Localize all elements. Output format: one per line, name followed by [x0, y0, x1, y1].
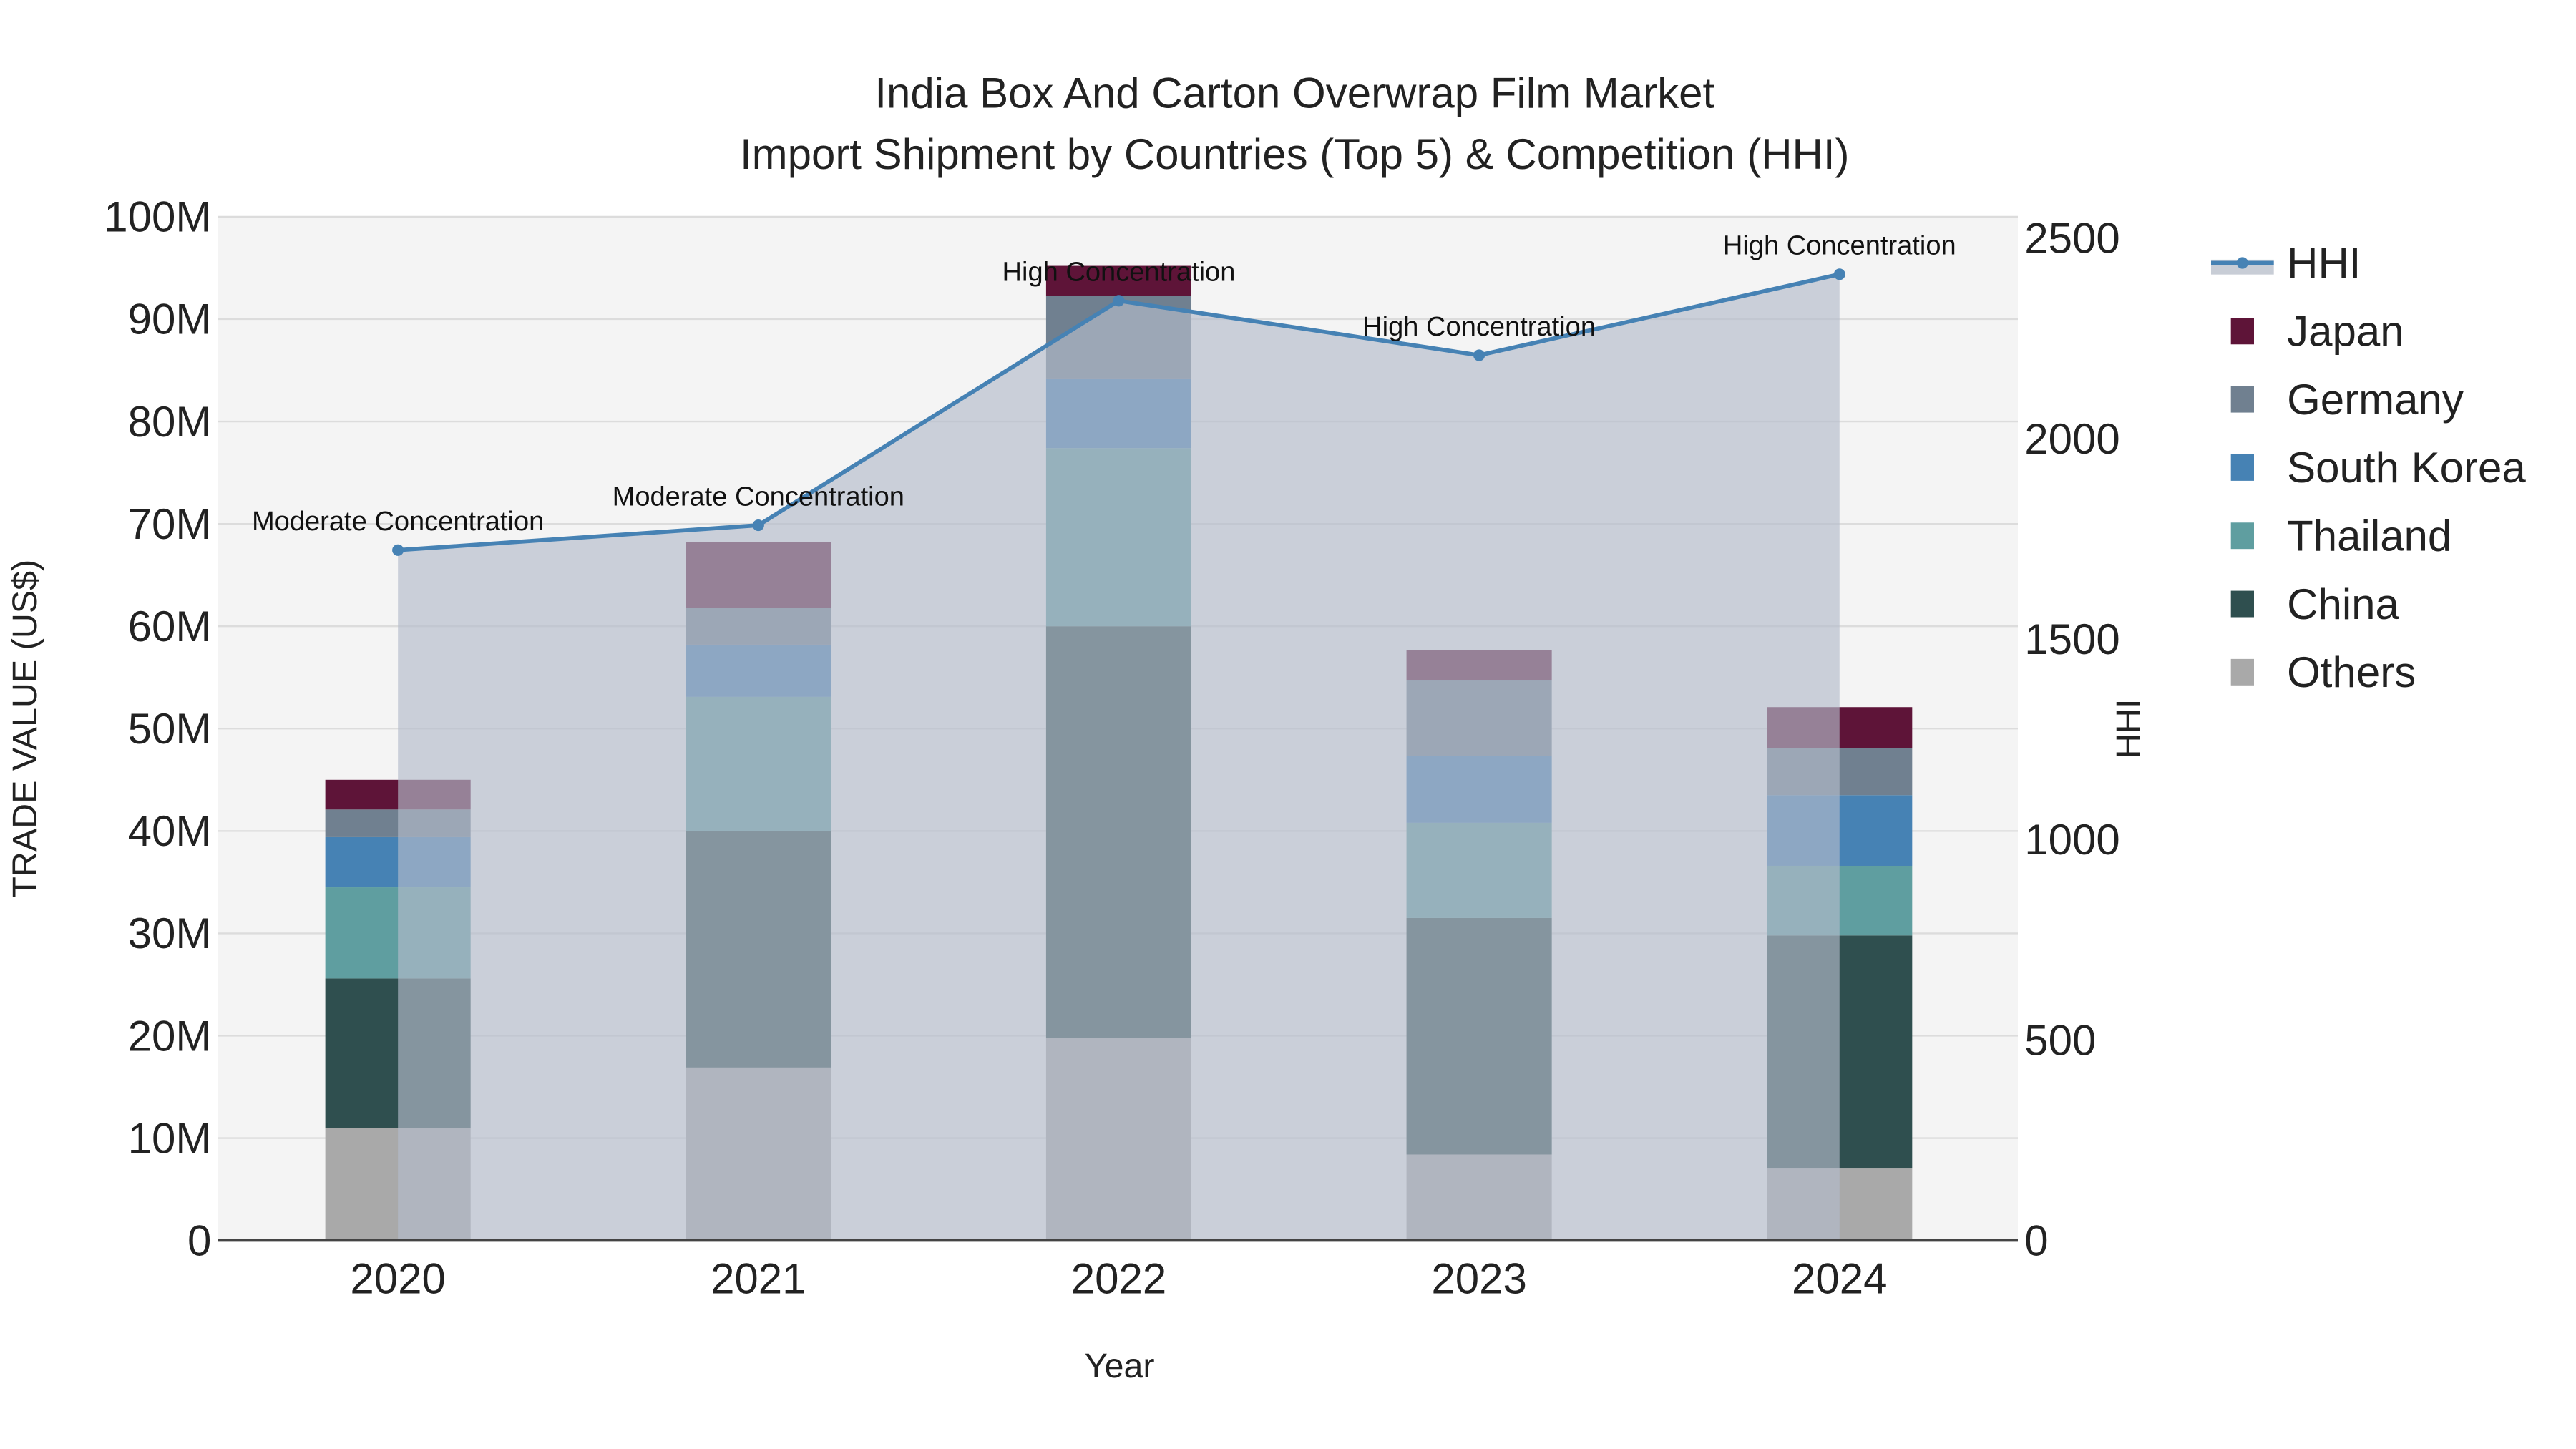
x-tick-label: 2021 [711, 1255, 806, 1303]
y2-tick-label: 2500 [2024, 215, 2119, 263]
y-tick-label: 40M [128, 807, 212, 855]
y2-tick-label: 500 [2024, 1016, 2096, 1064]
legend-label: Japan [2287, 308, 2404, 356]
hhi-annotation: Moderate Concentration [613, 482, 904, 512]
legend-swatch-germany [2230, 386, 2254, 413]
hhi-point [752, 519, 764, 532]
y-tick-label: 30M [128, 909, 212, 957]
x-tick-label: 2022 [1071, 1255, 1166, 1303]
y-tick-label: 90M [128, 296, 212, 343]
hhi-annotation: High Concentration [1723, 231, 1956, 261]
legend-label: HHI [2287, 239, 2361, 287]
y-tick-label: 70M [128, 500, 212, 548]
legend-swatch-japan [2230, 318, 2254, 345]
legend-label: China [2287, 580, 2399, 628]
legend-swatch-south-korea [2230, 454, 2254, 481]
legend-label: Others [2287, 648, 2416, 696]
legend-hhi-marker [2236, 257, 2248, 269]
y2-tick-label: 1500 [2024, 615, 2119, 663]
x-tick-label: 2020 [350, 1255, 445, 1303]
x-tick-label: 2023 [1431, 1255, 1526, 1303]
y-tick-label: 60M [128, 602, 212, 650]
y-tick-label: 0 [187, 1216, 211, 1264]
y2-tick-label: 1000 [2024, 816, 2119, 864]
chart-title-line2: Import Shipment by Countries (Top 5) & C… [740, 130, 1850, 178]
legend-label: Germany [2287, 376, 2464, 424]
chart-title-line1: India Box And Carton Overwrap Film Marke… [874, 69, 1714, 117]
x-tick-label: 2024 [1792, 1255, 1887, 1303]
y-axis-title: TRADE VALUE (US$) [6, 560, 44, 898]
hhi-point [1113, 295, 1125, 307]
legend-swatch-others [2230, 658, 2254, 686]
y2-axis-title: HHI [2109, 699, 2148, 758]
y-tick-label: 20M [128, 1012, 212, 1060]
legend-swatch-china [2230, 590, 2254, 618]
x-axis-title: Year [1085, 1347, 1155, 1385]
y2-tick-label: 0 [2024, 1216, 2048, 1264]
legend-label: South Korea [2287, 444, 2526, 492]
hhi-point [1833, 268, 1845, 280]
hhi-annotation: High Concentration [1362, 312, 1596, 342]
legend-label: Thailand [2287, 512, 2451, 560]
hhi-trade-chart: India Box And Carton Overwrap Film Marke… [0, 0, 2576, 1449]
y-tick-label: 100M [104, 193, 211, 241]
y-tick-label: 80M [128, 398, 212, 446]
y-tick-label: 50M [128, 705, 212, 753]
legend-swatch-thailand [2230, 522, 2254, 550]
y2-tick-label: 2000 [2024, 415, 2119, 463]
hhi-point [392, 544, 404, 556]
hhi-point [1473, 349, 1485, 361]
y-tick-label: 10M [128, 1114, 212, 1162]
hhi-annotation: High Concentration [1002, 258, 1236, 288]
hhi-annotation: Moderate Concentration [252, 507, 544, 537]
